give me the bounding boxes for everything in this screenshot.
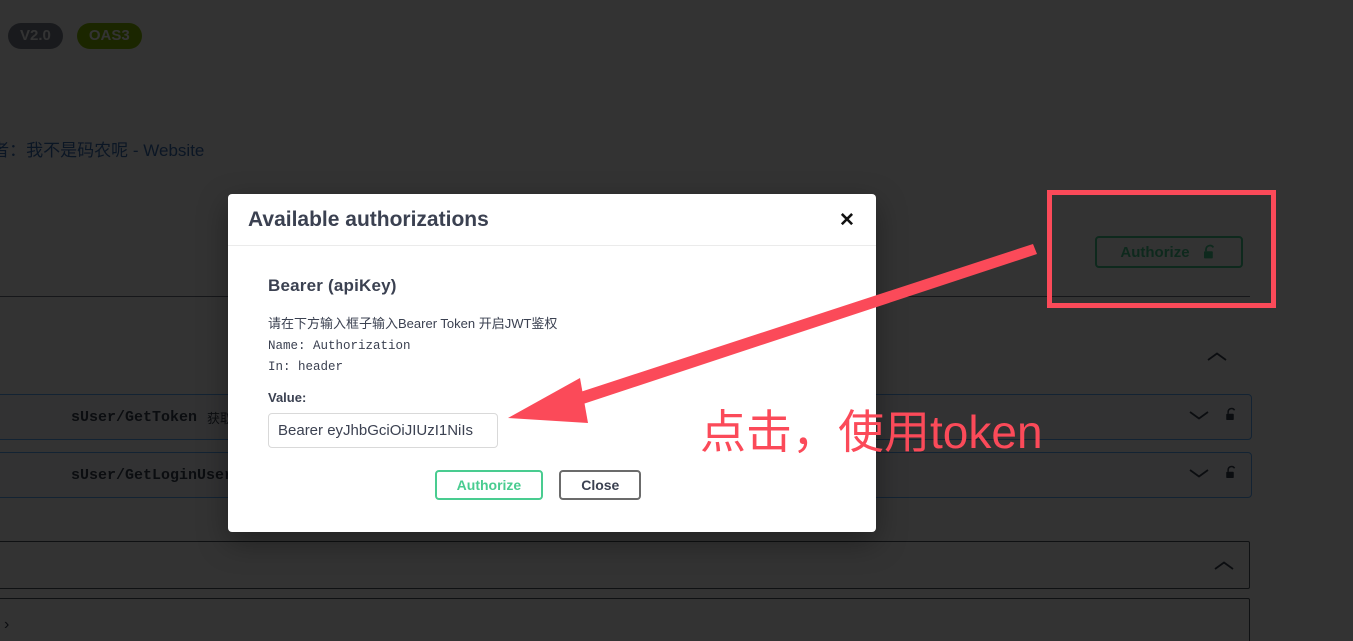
chevron-up-icon[interactable] [1206,350,1228,362]
operation-path: sUser/GetToken [71,409,197,426]
authorize-button-wrapper: Authorize [1055,198,1267,298]
page-header: 系统 V2.0 OAS3 [0,8,142,63]
security-scheme-in: In: header [268,360,836,374]
security-scheme-description: 请在下方输入框子输入Bearer Token 开启JWT鉴权 [268,313,836,332]
chevron-down-icon[interactable] [1188,466,1210,484]
unlock-icon[interactable] [1224,406,1239,428]
available-authorizations-dialog: Available authorizations ✕ Bearer (apiKe… [228,194,876,532]
operation-row-controls [1188,406,1239,428]
dialog-title: Available authorizations [248,208,489,232]
security-scheme-name: Name: Authorization [268,339,836,353]
screen-root: 系统 V2.0 OAS3 json 码农 b站作者：我不是码农呢 - Websi… [0,0,1353,641]
dialog-authorize-button[interactable]: Authorize [435,470,544,500]
author-website-line[interactable]: 码农 b站作者：我不是码农呢 - Website [0,136,204,161]
oas-version-badge: OAS3 [77,23,142,49]
authorize-button-label: Authorize [1120,244,1189,261]
authorize-button[interactable]: Authorize [1095,236,1243,268]
operation-row-controls [1188,464,1239,486]
annotation-callout-text: 点击，使用token [700,396,1043,462]
chevron-up-icon[interactable] [1213,559,1235,571]
close-icon[interactable]: ✕ [834,208,860,234]
api-version-badge: V2.0 [8,23,63,49]
chevron-down-icon[interactable] [1188,408,1210,426]
token-value-input[interactable] [268,413,498,448]
dialog-close-button[interactable]: Close [559,470,641,500]
dialog-actions: Authorize Close [268,470,836,500]
unlock-icon [1202,243,1218,261]
unlock-icon[interactable] [1224,464,1239,486]
expand-caret-icon[interactable]: › [4,616,9,634]
dialog-header: Available authorizations ✕ [228,194,876,246]
bottom-section-body [0,598,1250,641]
bottom-section-header[interactable] [0,541,1250,589]
security-scheme-title: Bearer (apiKey) [268,276,836,296]
